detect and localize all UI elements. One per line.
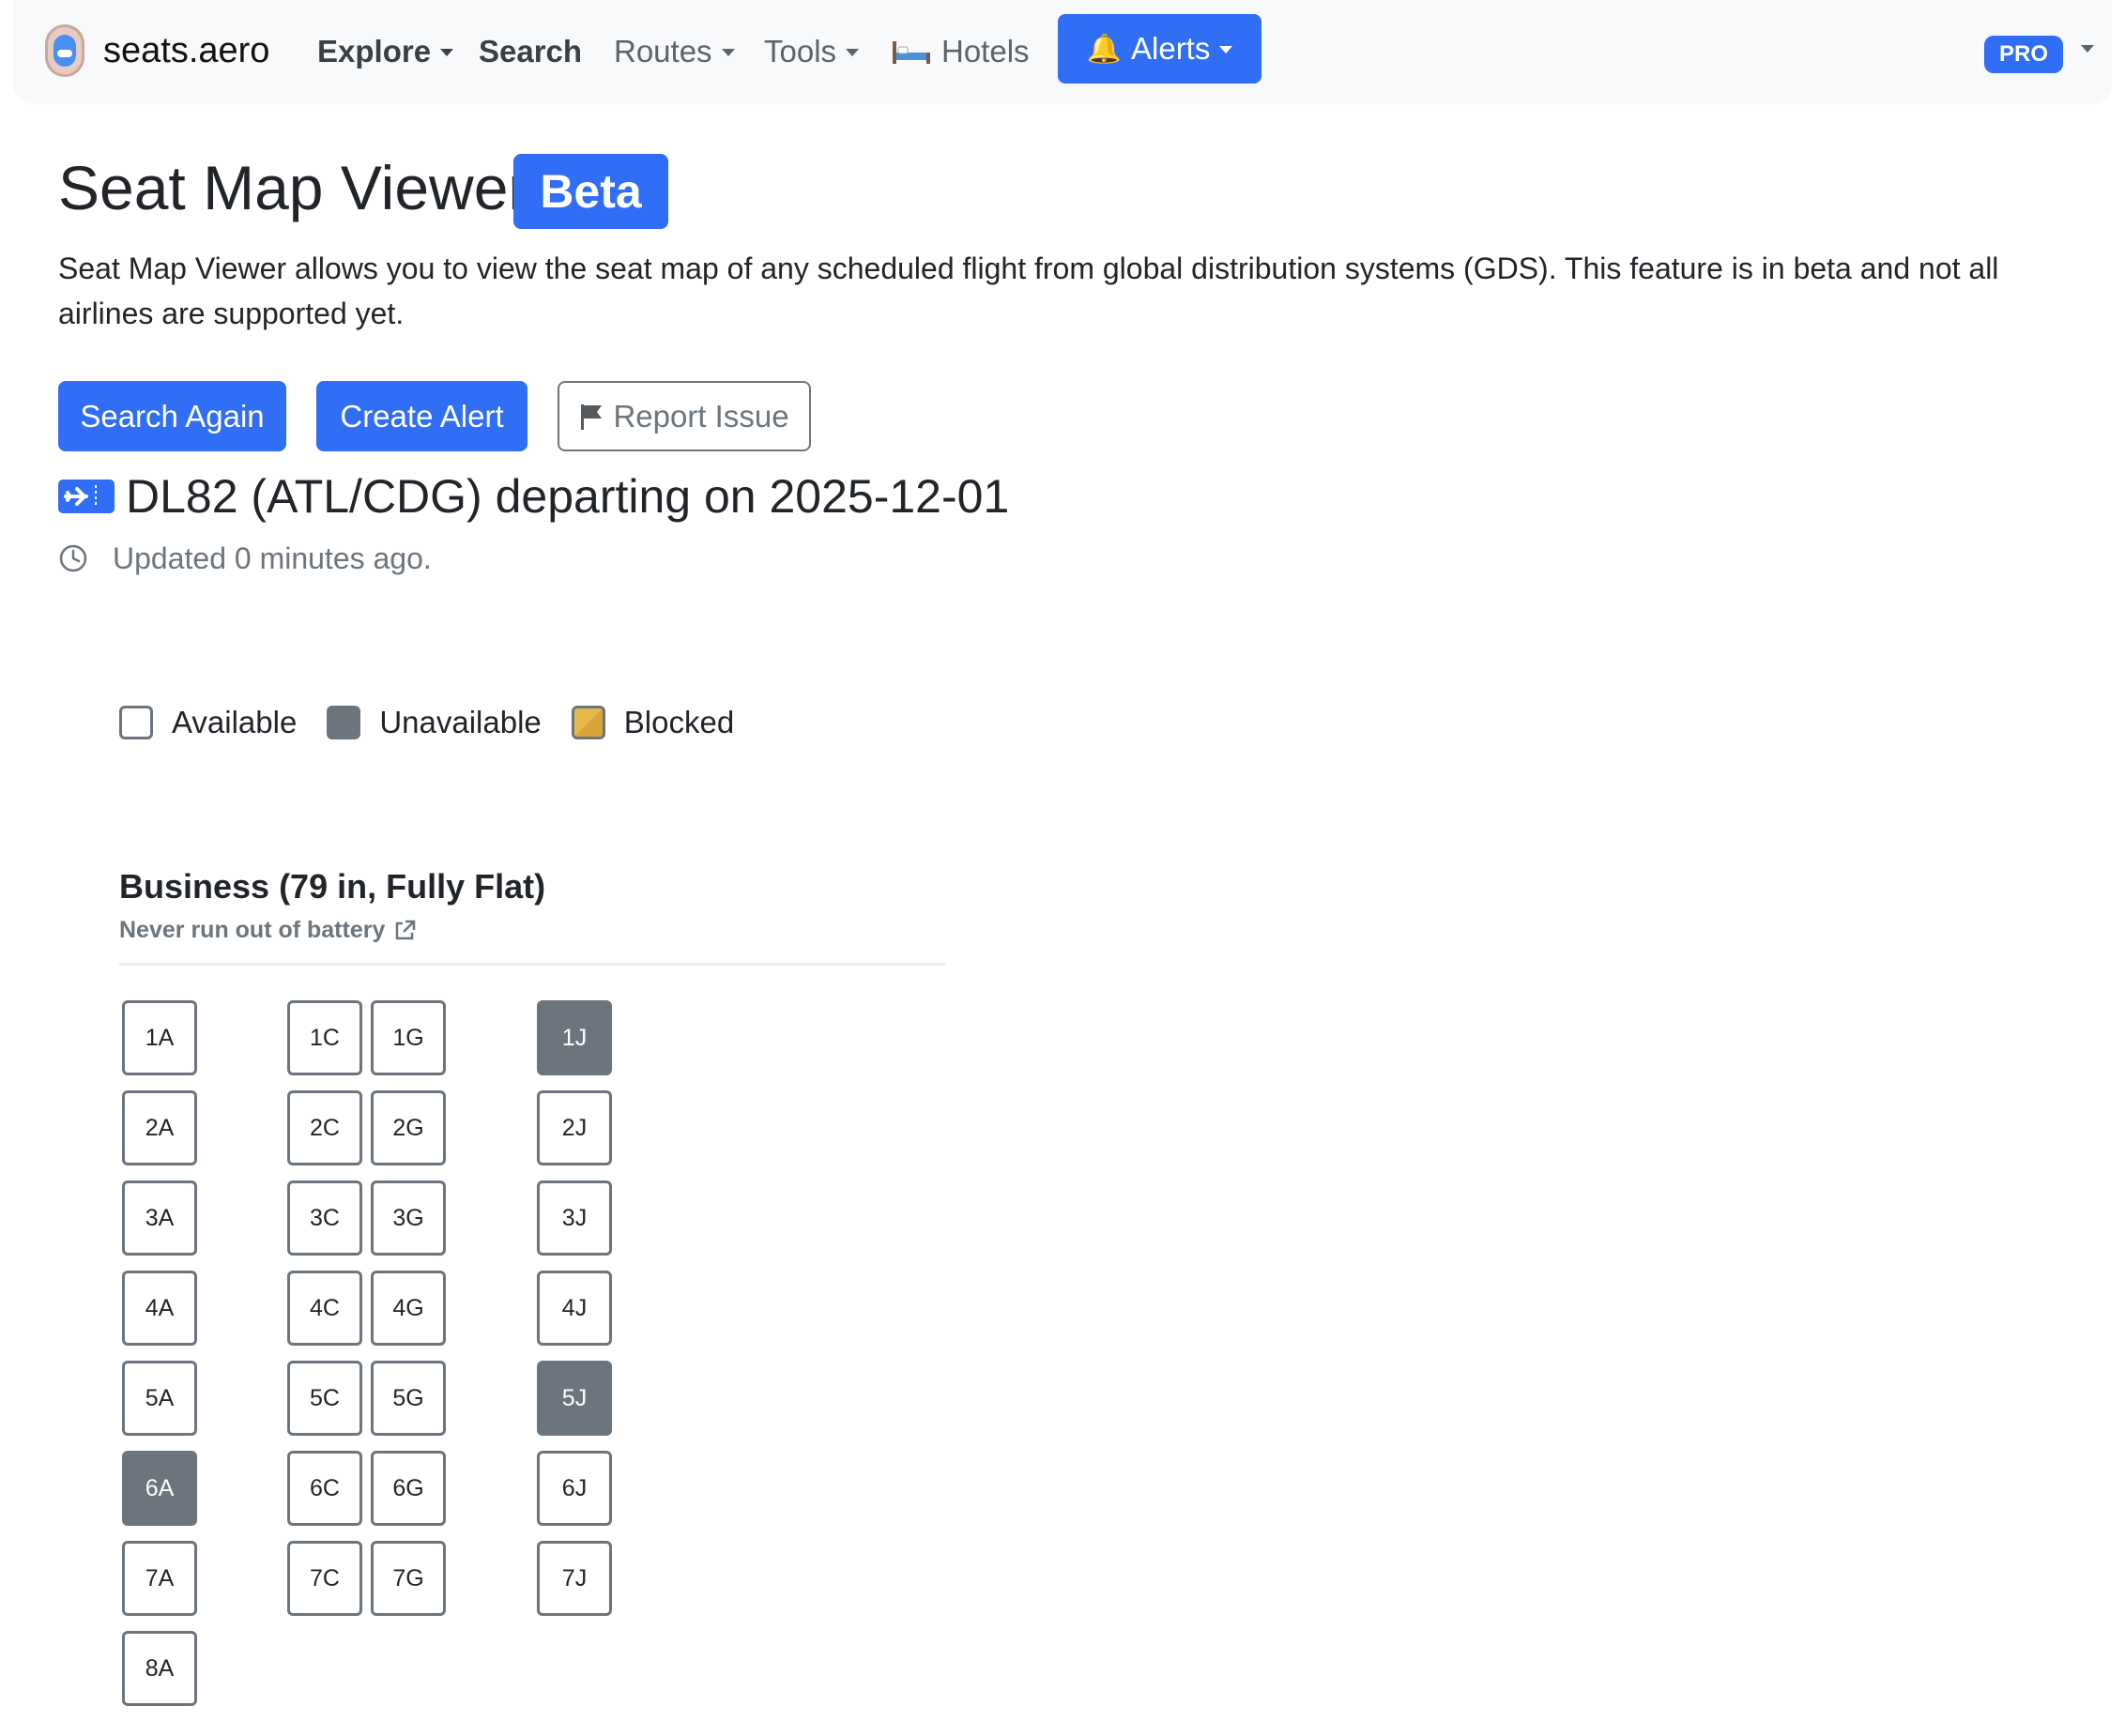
seat-6j[interactable]: 6J bbox=[537, 1451, 612, 1526]
create-alert-button[interactable]: Create Alert bbox=[316, 381, 527, 451]
airplane-window-logo-icon bbox=[45, 24, 84, 77]
seat-3j[interactable]: 3J bbox=[537, 1180, 612, 1256]
seat-3a[interactable]: 3A bbox=[122, 1180, 197, 1256]
legend-unavailable: Unavailable bbox=[327, 705, 542, 740]
seat-7j[interactable]: 7J bbox=[537, 1541, 612, 1616]
updated-text: Updated 0 minutes ago. bbox=[113, 541, 432, 575]
legend-blocked-label: Blocked bbox=[623, 705, 735, 739]
seat-7c[interactable]: 7C bbox=[287, 1541, 362, 1616]
flag-icon bbox=[581, 404, 603, 430]
seat-7g[interactable]: 7G bbox=[371, 1541, 446, 1616]
seat-4g[interactable]: 4G bbox=[371, 1271, 446, 1346]
seat-5c[interactable]: 5C bbox=[287, 1361, 362, 1436]
nav-search-label: Search bbox=[479, 34, 583, 69]
seat-4c[interactable]: 4C bbox=[287, 1271, 362, 1346]
seat-2g[interactable]: 2G bbox=[371, 1090, 446, 1165]
seat-7a[interactable]: 7A bbox=[122, 1541, 197, 1616]
chevron-down-icon bbox=[721, 49, 735, 56]
search-again-button[interactable]: Search Again bbox=[58, 381, 286, 451]
unavailable-swatch bbox=[327, 706, 361, 739]
seat-6c[interactable]: 6C bbox=[287, 1451, 362, 1526]
alerts-label: Alerts bbox=[1131, 31, 1211, 66]
seat-3g[interactable]: 3G bbox=[371, 1180, 446, 1256]
cabin-name: Business (79 in, Fully Flat) bbox=[119, 867, 546, 906]
seat-8a[interactable]: 8A bbox=[122, 1631, 197, 1706]
blocked-swatch bbox=[571, 706, 605, 739]
seat-5j[interactable]: 5J bbox=[537, 1361, 612, 1436]
page-description: Seat Map Viewer allows you to view the s… bbox=[58, 251, 1999, 330]
search-again-label: Search Again bbox=[80, 398, 265, 434]
nav-hotels-label: Hotels bbox=[941, 34, 1030, 69]
seat-4j[interactable]: 4J bbox=[537, 1271, 612, 1346]
seat-2a[interactable]: 2A bbox=[122, 1090, 197, 1165]
cabin-subtitle-link[interactable]: Never run out of battery bbox=[119, 917, 417, 944]
chevron-down-icon bbox=[440, 49, 454, 56]
page-title: Seat Map Viewer bbox=[58, 153, 529, 222]
pro-badge[interactable]: PRO bbox=[1984, 36, 2063, 73]
seat-5g[interactable]: 5G bbox=[371, 1361, 446, 1436]
nav-search[interactable]: Search bbox=[479, 26, 582, 77]
cabin-divider bbox=[119, 963, 945, 966]
seat-1g[interactable]: 1G bbox=[371, 1000, 446, 1075]
chevron-down-icon bbox=[846, 49, 860, 56]
create-alert-label: Create Alert bbox=[340, 398, 504, 434]
bed-icon bbox=[893, 41, 930, 64]
seat-2j[interactable]: 2J bbox=[537, 1090, 612, 1165]
updated-status: Updated 0 minutes ago. bbox=[58, 539, 432, 578]
cabin-subtitle: Never run out of battery bbox=[119, 917, 386, 943]
legend-available: Available bbox=[119, 705, 297, 740]
legend-blocked: Blocked bbox=[571, 705, 735, 740]
nav-tools-label: Tools bbox=[764, 34, 837, 69]
seat-5a[interactable]: 5A bbox=[122, 1361, 197, 1436]
nav-explore-label: Explore bbox=[317, 34, 432, 69]
nav-explore[interactable]: Explore bbox=[317, 26, 454, 77]
seat-4a[interactable]: 4A bbox=[122, 1271, 197, 1346]
navbar: seats.aero Explore Search Routes Tools H… bbox=[13, 0, 2112, 104]
seat-1j[interactable]: 1J bbox=[537, 1000, 612, 1075]
clock-icon bbox=[59, 544, 87, 572]
seat-1a[interactable]: 1A bbox=[122, 1000, 197, 1075]
alerts-dropdown-button[interactable]: 🔔 Alerts bbox=[1058, 14, 1261, 84]
seat-6g[interactable]: 6G bbox=[371, 1451, 446, 1526]
report-issue-button[interactable]: Report Issue bbox=[558, 381, 811, 451]
flight-title: DL82 (ATL/CDG) departing on 2025-12-01 bbox=[126, 470, 1010, 523]
seat-1c[interactable]: 1C bbox=[287, 1000, 362, 1075]
external-link-icon bbox=[396, 920, 416, 939]
chevron-down-icon bbox=[1219, 46, 1233, 53]
legend-available-label: Available bbox=[172, 705, 298, 739]
legend-unavailable-label: Unavailable bbox=[379, 705, 542, 739]
bell-icon: 🔔 bbox=[1086, 33, 1122, 65]
brand-name: seats.aero bbox=[103, 30, 270, 70]
seat-6a[interactable]: 6A bbox=[122, 1451, 197, 1526]
beta-badge: Beta bbox=[513, 154, 668, 229]
nav-routes-label: Routes bbox=[614, 34, 712, 69]
flight-heading: DL82 (ATL/CDG) departing on 2025-12-01 bbox=[58, 464, 1009, 529]
seat-2c[interactable]: 2C bbox=[287, 1090, 362, 1165]
nav-hotels[interactable]: Hotels bbox=[891, 26, 1030, 77]
nav-tools[interactable]: Tools bbox=[764, 26, 860, 77]
brand-link[interactable]: seats.aero bbox=[45, 23, 269, 79]
report-issue-label: Report Issue bbox=[613, 398, 789, 434]
nav-routes[interactable]: Routes bbox=[614, 26, 735, 77]
account-chevron-down-icon[interactable] bbox=[2081, 45, 2094, 53]
seat-3c[interactable]: 3C bbox=[287, 1180, 362, 1256]
flight-ticket-icon bbox=[58, 480, 115, 513]
available-swatch bbox=[119, 706, 153, 739]
seat-legend: Available Unavailable Blocked bbox=[119, 702, 764, 743]
